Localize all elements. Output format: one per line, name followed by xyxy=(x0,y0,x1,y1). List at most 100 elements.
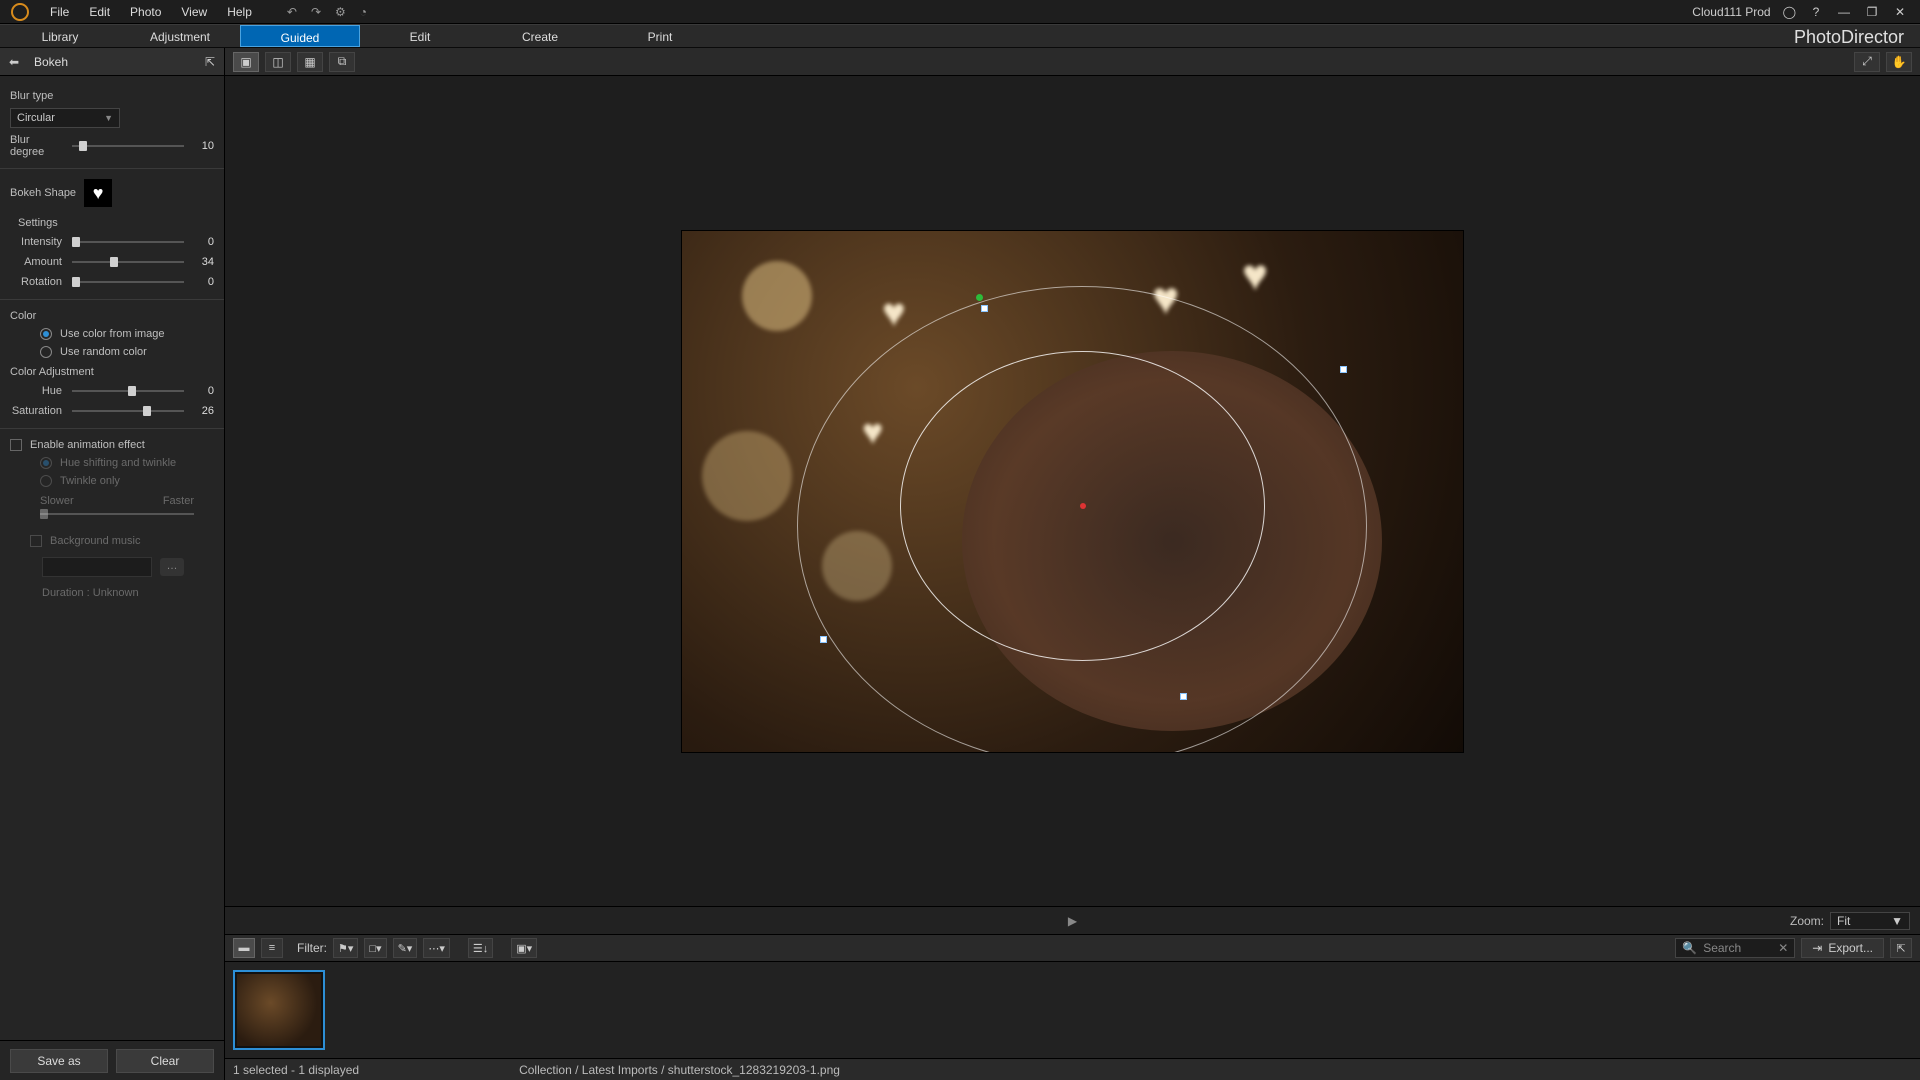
clear-button[interactable]: Clear xyxy=(116,1049,214,1073)
menu-view[interactable]: View xyxy=(171,0,217,24)
tab-create[interactable]: Create xyxy=(480,25,600,47)
user-avatar-icon[interactable]: ◯ xyxy=(1783,5,1796,19)
thumb-view-button[interactable]: ▬ xyxy=(233,938,255,958)
window-minimize-icon[interactable]: — xyxy=(1836,5,1852,19)
chevron-down-icon: ▼ xyxy=(104,113,113,123)
hue-slider[interactable] xyxy=(72,384,184,398)
tab-adjustment[interactable]: Adjustment xyxy=(120,25,240,47)
tab-library[interactable]: Library xyxy=(0,25,120,47)
bokeh-shape-picker[interactable]: ♥ xyxy=(84,179,112,207)
radio-random-color[interactable]: Use random color xyxy=(40,346,214,358)
checkbox-icon xyxy=(30,535,42,547)
thumbnail-selected[interactable] xyxy=(233,970,325,1050)
menu-file[interactable]: File xyxy=(40,0,79,24)
search-icon: 🔍 xyxy=(1682,941,1697,955)
checkbox-icon xyxy=(10,439,22,451)
main-area: ▣ ◫ ▦ ⧉ ⤢ ✋ ♥ ♥ ♥ ♥ xyxy=(225,48,1920,1080)
play-icon[interactable]: ▶ xyxy=(1068,914,1077,928)
radio-twinkle-only: Twinkle only xyxy=(40,475,214,487)
view-grid-button[interactable]: ▦ xyxy=(297,52,323,72)
saturation-label: Saturation xyxy=(10,405,66,417)
undo-icon[interactable]: ↶ xyxy=(287,5,297,19)
user-name[interactable]: Cloud111 Prod xyxy=(1692,5,1770,19)
amount-slider[interactable] xyxy=(72,255,184,269)
menu-edit[interactable]: Edit xyxy=(79,0,120,24)
checkbox-label: Background music xyxy=(50,535,141,547)
menu-help[interactable]: Help xyxy=(217,0,262,24)
clear-search-icon[interactable]: ✕ xyxy=(1778,941,1788,955)
blur-type-select[interactable]: Circular ▼ xyxy=(10,108,120,128)
hue-label: Hue xyxy=(10,385,66,397)
selection-status: 1 selected - 1 displayed xyxy=(233,1063,359,1077)
filter-label: Filter: xyxy=(297,941,327,955)
panel-popout-icon[interactable]: ⇱ xyxy=(196,55,224,69)
music-path-input xyxy=(42,557,152,577)
radio-color-from-image[interactable]: Use color from image xyxy=(40,328,214,340)
panel-back-icon[interactable]: ⬅ xyxy=(0,55,28,69)
resize-handle-right[interactable] xyxy=(1340,366,1347,373)
saturation-value: 26 xyxy=(190,405,214,417)
amount-value: 34 xyxy=(190,256,214,268)
help-icon[interactable]: ? xyxy=(1808,5,1824,19)
filter-rating-button[interactable]: ⋯▾ xyxy=(423,938,450,958)
radio-label: Twinkle only xyxy=(60,475,120,487)
heart-icon: ♥ xyxy=(93,183,104,204)
filter-edit-button[interactable]: ✎▾ xyxy=(393,938,418,958)
settings-gear-icon[interactable]: ⚙ xyxy=(335,5,346,19)
side-panel: ⬅ Bokeh ⇱ Blur type Circular ▼ Blur degr… xyxy=(0,48,225,1080)
radio-dot-icon xyxy=(40,475,52,487)
export-button[interactable]: ⇥ Export... xyxy=(1801,938,1884,958)
sort-button[interactable]: ☰↓ xyxy=(468,938,493,958)
pan-tool-button[interactable]: ✋ xyxy=(1886,52,1912,72)
radio-label: Use random color xyxy=(60,346,147,358)
notification-bell-icon[interactable]: ◔ xyxy=(360,5,367,19)
menubar: File Edit Photo View Help ↶ ↷ ⚙ ◔ Cloud1… xyxy=(0,0,1920,24)
menu-photo[interactable]: Photo xyxy=(120,0,171,24)
rotation-slider[interactable] xyxy=(72,275,184,289)
blur-degree-value: 10 xyxy=(190,140,214,152)
stack-button[interactable]: ▣▾ xyxy=(511,938,537,958)
radio-hue-twinkle: Hue shifting and twinkle xyxy=(40,457,214,469)
view-dual-button[interactable]: ⧉ xyxy=(329,52,355,72)
zoom-select[interactable]: Fit ▼ xyxy=(1830,912,1910,930)
photo-preview[interactable]: ♥ ♥ ♥ ♥ xyxy=(681,230,1464,753)
list-view-button[interactable]: ≡ xyxy=(261,938,283,958)
zoom-value: Fit xyxy=(1837,914,1850,928)
app-logo xyxy=(0,0,40,24)
playback-bar: ▶ Zoom: Fit ▼ xyxy=(225,906,1920,934)
tab-print[interactable]: Print xyxy=(600,25,720,47)
rotate-handle[interactable] xyxy=(976,294,983,301)
center-handle[interactable] xyxy=(1080,503,1086,509)
window-close-icon[interactable]: ✕ xyxy=(1892,5,1908,19)
blur-degree-slider[interactable] xyxy=(72,139,184,153)
saturation-slider[interactable] xyxy=(72,404,184,418)
window-restore-icon[interactable]: ❐ xyxy=(1864,5,1880,19)
tab-edit[interactable]: Edit xyxy=(360,25,480,47)
enable-animation-checkbox[interactable]: Enable animation effect xyxy=(10,439,214,451)
resize-handle-left[interactable] xyxy=(820,636,827,643)
view-compare-button[interactable]: ◫ xyxy=(265,52,291,72)
canvas[interactable]: ♥ ♥ ♥ ♥ xyxy=(225,76,1920,906)
filter-flag-button[interactable]: ⚑▾ xyxy=(333,938,358,958)
blur-degree-label: Blur degree xyxy=(10,134,66,158)
status-bar: 1 selected - 1 displayed Collection / La… xyxy=(225,1058,1920,1080)
resize-handle-bottom[interactable] xyxy=(1180,693,1187,700)
view-single-button[interactable]: ▣ xyxy=(233,52,259,72)
color-adjustment-label: Color Adjustment xyxy=(10,366,214,378)
filmstrip[interactable] xyxy=(225,962,1920,1058)
intensity-slider[interactable] xyxy=(72,235,184,249)
redo-icon[interactable]: ↷ xyxy=(311,5,321,19)
resize-handle-top[interactable] xyxy=(981,305,988,312)
save-as-button[interactable]: Save as xyxy=(10,1049,108,1073)
tab-guided[interactable]: Guided xyxy=(240,25,360,47)
zoom-tool-button[interactable]: ⤢ xyxy=(1854,52,1880,72)
search-input[interactable]: 🔍 Search ✕ xyxy=(1675,938,1795,958)
thumbnail-image xyxy=(237,974,321,1046)
share-button[interactable]: ⇱ xyxy=(1890,938,1912,958)
export-icon: ⇥ xyxy=(1812,941,1822,955)
filter-label-button[interactable]: □▾ xyxy=(364,938,386,958)
brand-label: PhotoDirector xyxy=(720,25,1920,47)
amount-label: Amount xyxy=(10,256,66,268)
music-duration: Duration : Unknown xyxy=(42,587,214,599)
color-section-label: Color xyxy=(10,310,214,322)
